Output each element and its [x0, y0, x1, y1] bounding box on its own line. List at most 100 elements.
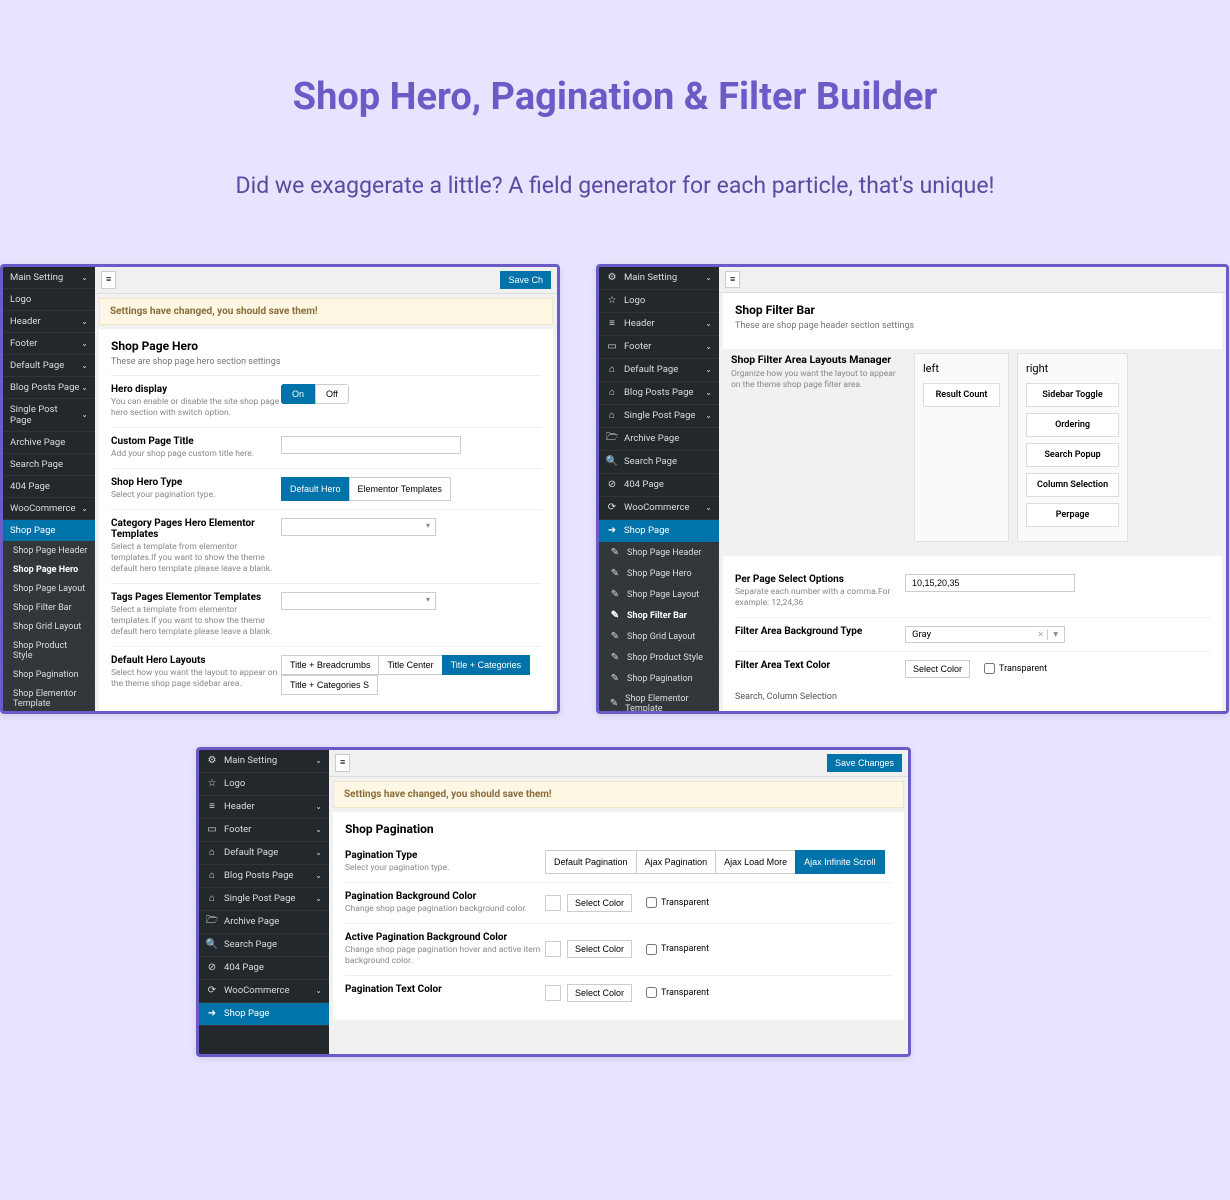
option-button[interactable]: Default Hero [281, 477, 350, 501]
color-swatch[interactable] [545, 941, 561, 957]
option-button[interactable]: Elementor Templates [349, 477, 451, 501]
sidebar-subitem[interactable]: Shop Product Style [3, 637, 95, 666]
sidebar-item-label: Search Page [10, 459, 63, 470]
custom-title-input[interactable] [281, 436, 461, 454]
sidebar-item[interactable]: ⌂Blog Posts Page⌄ [199, 865, 329, 888]
sidebar-subitem[interactable]: Shop Pagination [3, 666, 95, 685]
toggle-on[interactable]: On [281, 384, 315, 404]
sidebar-item[interactable]: WooCommerce⌄ [3, 498, 95, 520]
layout-card[interactable]: Sidebar Toggle [1026, 383, 1119, 407]
sidebar-item[interactable]: Logo [3, 289, 95, 311]
sidebar-item[interactable]: ▭Footer⌄ [199, 819, 329, 842]
bg-type-select[interactable]: Gray×▾ [905, 626, 1065, 643]
collapse-icon[interactable]: ≡ [725, 271, 740, 288]
menu-icon: ✎ [609, 631, 621, 643]
transparent-checkbox[interactable] [984, 663, 995, 674]
sidebar-subitem[interactable]: Shop Page Header [3, 542, 95, 561]
sidebar-item[interactable]: ⌂Default Page⌄ [599, 359, 719, 382]
toggle-off[interactable]: Off [315, 384, 349, 404]
layout-card[interactable]: Ordering [1026, 413, 1119, 437]
sidebar-item[interactable]: 🔍Search Page [199, 934, 329, 957]
sidebar-item[interactable]: Default Page⌄ [3, 355, 95, 377]
sidebar-item[interactable]: ⊘404 Page [199, 957, 329, 980]
collapse-icon[interactable]: ≡ [101, 271, 116, 289]
template-select[interactable] [281, 518, 436, 536]
layout-card[interactable]: Perpage [1026, 503, 1119, 527]
sidebar-item[interactable]: ⌂Blog Posts Page⌄ [599, 382, 719, 405]
sidebar-subitem[interactable]: ✎Shop Page Header [599, 543, 719, 564]
select-color-button[interactable]: Select Color [567, 984, 632, 1002]
transparent-checkbox[interactable] [646, 897, 657, 908]
sidebar-subitem[interactable]: ✎Shop Grid Layout [599, 627, 719, 648]
sidebar-item[interactable]: Main Setting⌄ [3, 267, 95, 289]
sidebar-item[interactable]: Single Post Page⌄ [3, 399, 95, 432]
sidebar-item[interactable]: ⚙Main Setting⌄ [599, 267, 719, 290]
sidebar-item[interactable]: Footer⌄ [3, 333, 95, 355]
sidebar-item[interactable]: ⊘404 Page [599, 474, 719, 497]
sidebar-item[interactable]: ▭Footer⌄ [599, 336, 719, 359]
select-color-button[interactable]: Select Color [567, 894, 632, 912]
sidebar-item[interactable]: ⟳WooCommerce⌄ [599, 497, 719, 520]
sidebar-subitem[interactable]: ➜Shop Page [199, 1003, 329, 1026]
sidebar-item[interactable]: ⌂Single Post Page⌄ [199, 888, 329, 911]
sidebar-subitem[interactable]: ✎Shop Page Hero [599, 564, 719, 585]
sidebar-item[interactable]: 🗁Archive Page [599, 428, 719, 451]
sidebar-item[interactable]: ☆Logo [199, 773, 329, 796]
sidebar-item[interactable]: ⌂Default Page⌄ [199, 842, 329, 865]
layout-card[interactable]: Result Count [923, 383, 1000, 407]
transparent-checkbox[interactable] [646, 944, 657, 955]
field-desc: Select your pagination type. [111, 490, 281, 501]
option-button[interactable]: Ajax Load More [715, 850, 796, 874]
sidebar-item[interactable]: ⌂Single Post Page⌄ [599, 405, 719, 428]
transparent-label: Transparent [661, 898, 709, 908]
template-select[interactable] [281, 592, 436, 610]
option-button[interactable]: Default Pagination [545, 850, 637, 874]
option-button[interactable]: Ajax Infinite Scroll [795, 850, 885, 874]
sidebar-item[interactable]: Archive Page [3, 432, 95, 454]
sidebar-subitem[interactable]: ➜Shop Page [599, 520, 719, 543]
layout-card[interactable]: Search Popup [1026, 443, 1119, 467]
sidebar-item[interactable]: 404 Page [3, 476, 95, 498]
sidebar-subitem[interactable]: Shop Grid Layout [3, 618, 95, 637]
sidebar-item[interactable]: Header⌄ [3, 311, 95, 333]
sidebar-subitem[interactable]: ✎Shop Product Style [599, 648, 719, 669]
sidebar-item-label: Shop Filter Bar [627, 611, 687, 621]
transparent-checkbox[interactable] [646, 987, 657, 998]
sidebar-subitem[interactable]: ✎Shop Page Layout [599, 585, 719, 606]
perpage-input[interactable] [905, 574, 1075, 592]
sidebar-subitem[interactable]: ✎Shop Filter Bar [599, 606, 719, 627]
sidebar-item[interactable]: ⚙Main Setting⌄ [199, 750, 329, 773]
sidebar-subitem[interactable]: Shop Page [3, 520, 95, 542]
option-button[interactable]: Title + Categories S [281, 675, 378, 695]
save-button[interactable]: Save Ch [500, 271, 551, 289]
layout-card[interactable]: Column Selection [1026, 473, 1119, 497]
sidebar-subitem[interactable]: Shop Filter Bar [3, 599, 95, 618]
option-button[interactable]: Ajax Pagination [636, 850, 717, 874]
sidebar-subitem[interactable]: ✎Shop Elementor Template [599, 690, 719, 711]
sidebar-subitem[interactable]: Shop Page Layout [3, 580, 95, 599]
sidebar-subitem[interactable]: Shop Elementor Template [3, 685, 95, 711]
option-button[interactable]: Title Center [378, 655, 442, 675]
select-color-button[interactable]: Select Color [567, 940, 632, 958]
sidebar-item[interactable]: ≡Header⌄ [599, 313, 719, 336]
sidebar: Main Setting⌄LogoHeader⌄Footer⌄Default P… [3, 267, 95, 711]
sidebar-item[interactable]: Blog Posts Page⌄ [3, 377, 95, 399]
clear-icon[interactable]: × [1034, 629, 1047, 640]
chevron-down-icon[interactable]: ▾ [1047, 629, 1058, 640]
sidebar-subitem[interactable]: Shop Page Hero [3, 561, 95, 580]
sidebar-item[interactable]: ☆Logo [599, 290, 719, 313]
sidebar-item[interactable]: 🗁Archive Page [199, 911, 329, 934]
color-swatch[interactable] [545, 895, 561, 911]
sidebar-item[interactable]: 🔍Search Page [599, 451, 719, 474]
option-button[interactable]: Title + Breadcrumbs [281, 655, 379, 675]
sidebar-item[interactable]: ≡Header⌄ [199, 796, 329, 819]
option-button[interactable]: Title + Categories [442, 655, 530, 675]
menu-icon: ✎ [609, 652, 621, 664]
sidebar-item[interactable]: ⟳WooCommerce⌄ [199, 980, 329, 1003]
color-swatch[interactable] [545, 985, 561, 1001]
save-button[interactable]: Save Changes [827, 754, 902, 772]
sidebar-subitem[interactable]: ✎Shop Pagination [599, 669, 719, 690]
select-color-button[interactable]: Select Color [905, 660, 970, 678]
sidebar-item[interactable]: Search Page [3, 454, 95, 476]
collapse-icon[interactable]: ≡ [335, 754, 350, 772]
